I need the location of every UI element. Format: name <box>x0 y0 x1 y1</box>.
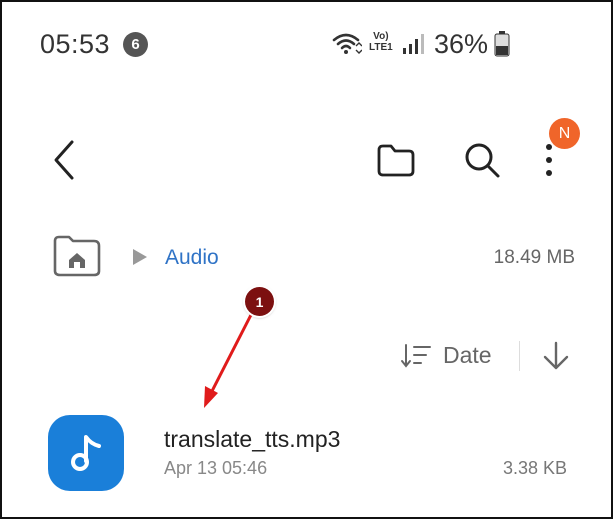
status-bar: 05:53 6 Vo) LTE1 36% <box>2 2 611 82</box>
screen: 05:53 6 Vo) LTE1 36% N Audio 18.49 MB Da… <box>0 0 613 519</box>
folder-button[interactable] <box>376 142 416 178</box>
volte-icon: Vo) LTE1 <box>369 31 393 53</box>
search-icon <box>465 143 500 178</box>
sort-by-date[interactable]: Date <box>443 342 492 369</box>
battery-percent: 36% <box>434 29 489 59</box>
file-size: 3.38 KB <box>502 458 567 478</box>
signal-strength-icon <box>402 33 424 60</box>
volte-label-bottom: LTE1 <box>369 42 393 53</box>
home-folder-button[interactable] <box>52 235 102 277</box>
notification-count-badge: 6 <box>123 32 148 57</box>
file-date: Apr 13 05:46 <box>164 458 268 478</box>
search-button[interactable] <box>462 140 502 180</box>
back-button[interactable] <box>50 138 80 182</box>
volte-label-top: Vo) <box>373 31 389 42</box>
file-list-item[interactable]: translate_tts.mp3 Apr 13 05:46 3.38 KB <box>2 402 611 502</box>
sort-icon[interactable] <box>400 343 432 374</box>
music-note-icon <box>48 415 124 491</box>
status-time: 05:53 <box>40 29 111 59</box>
wifi-icon <box>332 31 363 60</box>
home-folder-icon <box>53 235 101 277</box>
storage-used: 18.49 MB <box>493 247 575 268</box>
file-name: translate_tts.mp3 <box>164 426 341 452</box>
step-number-badge: 1 <box>245 287 274 316</box>
breadcrumb-audio[interactable]: Audio <box>165 246 219 270</box>
chevron-left-icon <box>54 140 74 180</box>
breadcrumb-separator-icon <box>132 248 148 271</box>
sort-divider <box>519 341 520 371</box>
account-avatar[interactable]: N <box>549 118 580 149</box>
folder-icon <box>377 144 415 177</box>
arrow-down-icon[interactable] <box>542 341 570 376</box>
battery-icon <box>494 31 510 62</box>
